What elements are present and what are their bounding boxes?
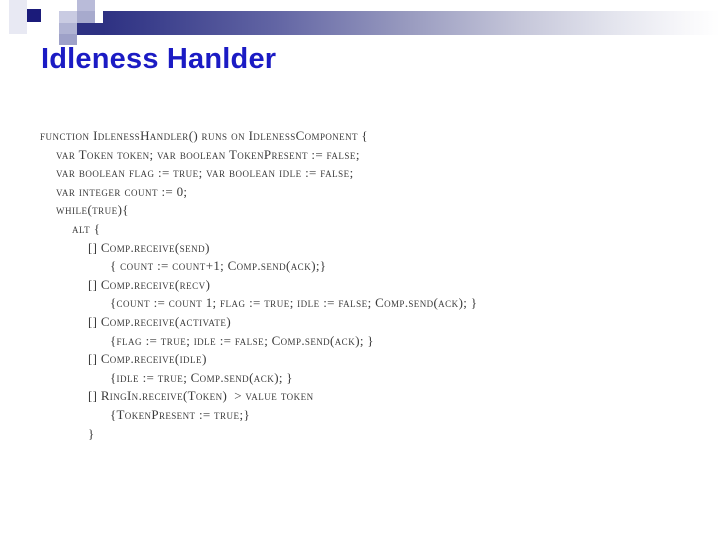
slide: Idleness Hanlder FUNCTION IDLENESSHANDLE… <box>0 0 720 540</box>
page-title: Idleness Hanlder <box>41 43 277 75</box>
code-line: {FLAG := TRUE; IDLE := FALSE; COMP.SEND(… <box>110 332 374 348</box>
header-decoration <box>0 0 720 45</box>
code-line: } <box>88 425 95 441</box>
code-line: VAR TOKEN TOKEN; VAR BOOLEAN TOKENPRESEN… <box>56 146 360 162</box>
code-line: [] COMP.RECEIVE(SEND) <box>88 239 210 255</box>
deco-square-lavender-1 <box>77 0 95 11</box>
code-line: {COUNT := COUNT 1; FLAG := TRUE; IDLE :=… <box>110 295 478 311</box>
deco-square-lavender-3 <box>77 11 95 23</box>
code-line: ALT { <box>72 220 101 236</box>
code-line: [] COMP.RECEIVE(ACTIVATE) <box>88 313 232 329</box>
code-line: WHILE(TRUE){ <box>56 202 129 218</box>
code-line: { COUNT := COUNT+1; COMP.SEND(ACK);} <box>110 258 327 274</box>
deco-square-navy-2 <box>77 23 103 35</box>
code-line: [] RINGIN.RECEIVE(TOKEN) > VALUE TOKEN <box>88 388 314 404</box>
code-line: VAR BOOLEAN FLAG := TRUE; VAR BOOLEAN ID… <box>56 165 354 181</box>
code-line: [] COMP.RECEIVE(IDLE) <box>88 351 207 367</box>
deco-square-lavender-2 <box>59 11 77 23</box>
deco-square-pale-1 <box>9 0 27 34</box>
code-line: FUNCTION IDLENESSHANDLER() RUNS ON IDLEN… <box>40 128 368 143</box>
header-gradient-bar <box>103 11 720 35</box>
deco-square-lavender-4 <box>41 23 59 34</box>
code-block: FUNCTION IDLENESSHANDLER() RUNS ON IDLEN… <box>40 127 700 443</box>
deco-square-pale-2 <box>41 0 59 11</box>
deco-square-navy-small <box>27 9 41 22</box>
code-line: {TOKENPRESENT := TRUE;} <box>110 406 250 422</box>
deco-square-lavender-5 <box>59 23 77 34</box>
code-line: VAR INTEGER COUNT := 0; <box>56 183 188 199</box>
code-line: {IDLE := TRUE; COMP.SEND(ACK); } <box>110 369 293 385</box>
code-line: [] COMP.RECEIVE(RECV) <box>88 276 211 292</box>
